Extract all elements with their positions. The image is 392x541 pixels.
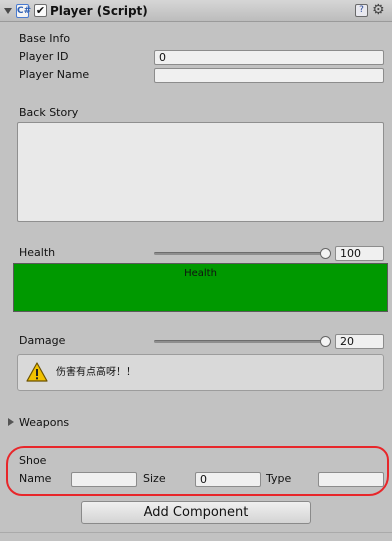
shoe-type-label: Type (266, 472, 292, 485)
player-id-label: Player ID (19, 50, 69, 63)
damage-slider[interactable] (154, 335, 332, 349)
script-enabled-checkbox[interactable]: ✔ (34, 4, 47, 17)
add-component-button[interactable]: Add Component (81, 501, 311, 524)
component-title: Player (Script) (50, 4, 148, 18)
back-story-label: Back Story (19, 106, 79, 119)
player-name-field[interactable] (154, 68, 384, 83)
health-bar-label: Health (184, 268, 217, 279)
player-name-label: Player Name (19, 68, 90, 81)
component-header[interactable]: C# ✔ Player (Script) ? ⚙ (0, 0, 392, 22)
damage-warning-helpbox: 伤害有点高呀！！ (17, 354, 384, 391)
shoe-size-label: Size (143, 472, 166, 485)
shoe-name-label: Name (19, 472, 52, 485)
damage-label: Damage (19, 334, 66, 347)
damage-slider-thumb[interactable] (320, 336, 331, 347)
help-book-icon[interactable]: ? (355, 4, 368, 17)
csharp-script-icon: C# (16, 4, 32, 18)
shoe-heading: Shoe (19, 454, 47, 467)
shoe-type-field[interactable] (318, 472, 384, 487)
foldout-arrow-icon[interactable] (4, 8, 12, 14)
warning-icon (26, 362, 48, 382)
damage-slider-track[interactable] (154, 340, 326, 343)
health-slider-track[interactable] (154, 252, 326, 255)
health-slider-thumb[interactable] (320, 248, 331, 259)
shoe-highlight-outline (6, 446, 389, 496)
shoe-size-field[interactable]: 0 (195, 472, 261, 487)
weapons-foldout-label[interactable]: Weapons (19, 416, 69, 430)
health-slider[interactable] (154, 247, 332, 261)
health-label: Health (19, 246, 56, 259)
health-value-field[interactable]: 100 (335, 246, 384, 261)
damage-value-field[interactable]: 20 (335, 334, 384, 349)
base-info-heading: Base Info (19, 32, 71, 45)
back-story-textarea[interactable] (17, 122, 384, 222)
damage-warning-text: 伤害有点高呀！！ (56, 367, 136, 378)
inspector-bottom-edge (0, 532, 392, 541)
gear-icon[interactable]: ⚙ (372, 3, 385, 17)
weapons-foldout-arrow-icon[interactable] (8, 418, 14, 426)
health-progress-bar: Health (13, 263, 388, 312)
shoe-name-field[interactable] (71, 472, 137, 487)
player-id-field[interactable]: 0 (154, 50, 384, 65)
